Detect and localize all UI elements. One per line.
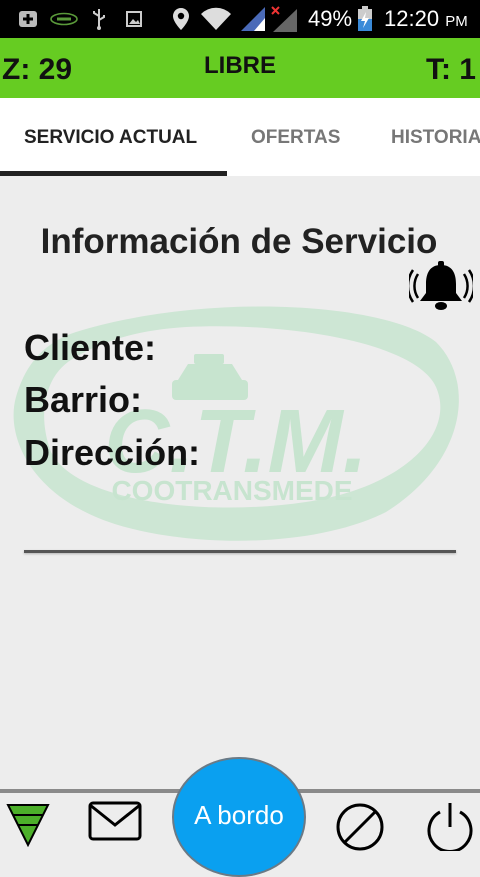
clock: 12:20 PM xyxy=(384,0,468,38)
location-icon xyxy=(172,0,190,38)
logo-name: COOTRANSMEDE xyxy=(111,475,352,506)
address-label: Dirección: xyxy=(24,432,201,473)
filter-triangle-icon[interactable] xyxy=(6,801,50,852)
usb-icon xyxy=(92,0,106,38)
plus-box-icon xyxy=(18,0,38,38)
image-icon xyxy=(126,0,142,38)
status-bar: 49% 12:20 PM xyxy=(0,0,480,38)
battery-percent: 49% xyxy=(308,6,353,31)
tab-historial[interactable]: HISTORIAL xyxy=(391,98,480,176)
alarm-bell-icon[interactable] xyxy=(406,260,476,318)
clock-ampm: PM xyxy=(445,13,468,30)
content-divider xyxy=(24,550,456,553)
clock-time: 12:20 xyxy=(384,6,440,31)
tab-ofertas[interactable]: OFERTAS xyxy=(251,98,340,176)
taxi-icon xyxy=(172,354,248,400)
service-info-panel: C.T.M. COOTRANSMEDE Información de Servi… xyxy=(0,176,480,790)
barrio-label: Barrio: xyxy=(24,379,143,420)
app-logo-icon xyxy=(50,0,78,38)
signal-icon xyxy=(240,0,266,38)
cancel-icon[interactable] xyxy=(334,801,386,856)
client-label: Cliente: xyxy=(24,327,157,368)
power-icon[interactable] xyxy=(424,799,476,856)
aboard-button[interactable]: A bordo xyxy=(172,757,306,877)
turn-label: T: 1 xyxy=(425,53,476,86)
app-header: Z: 29 LIBRE T: 1 xyxy=(0,38,480,98)
battery-charging-icon xyxy=(357,0,373,38)
service-title: Información de Servicio xyxy=(40,222,438,261)
tab-bar: SERVICIO ACTUAL OFERTAS HISTORIAL xyxy=(0,98,480,176)
signal-off-icon xyxy=(270,0,298,38)
driver-state: LIBRE xyxy=(204,52,276,79)
envelope-icon[interactable] xyxy=(88,801,142,846)
wifi-icon xyxy=(200,0,232,38)
tab-servicio-actual[interactable]: SERVICIO ACTUAL xyxy=(24,98,197,176)
